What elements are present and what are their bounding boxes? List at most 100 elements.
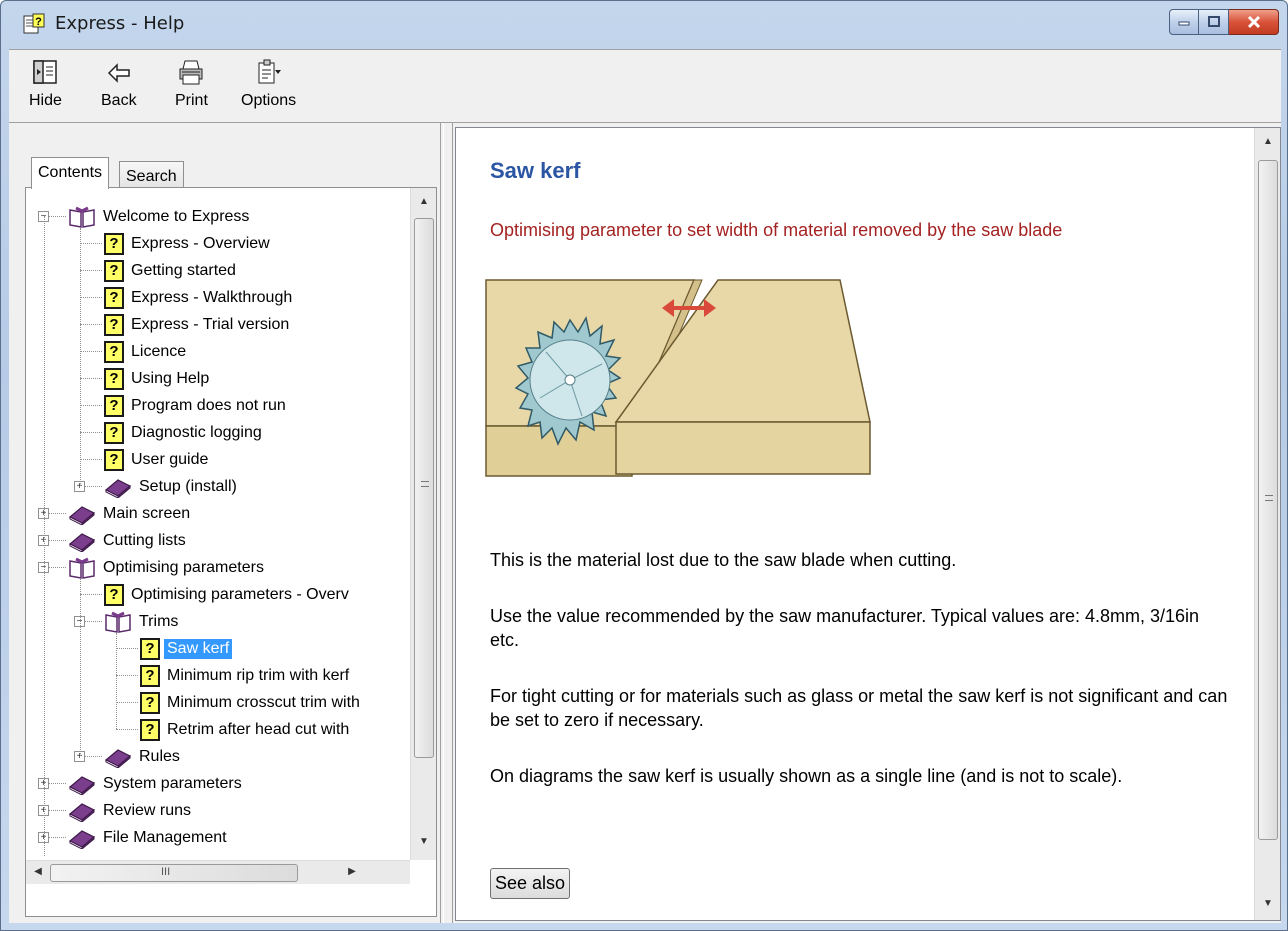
tree-item[interactable]: ? Optimising parameters - Overv [104, 582, 352, 607]
help-window: ? Express - Help Hide Back Print Options… [0, 0, 1288, 931]
tree-item[interactable]: Back-up and Restore [68, 852, 256, 857]
print-button[interactable]: Print [175, 58, 208, 110]
scroll-right-arrow[interactable]: ▶ [344, 866, 360, 877]
tree-item-label: Trims [139, 612, 179, 630]
printer-icon [179, 60, 203, 85]
tree-item[interactable]: Cutting lists [68, 528, 189, 553]
topic-scroll-down-arrow[interactable]: ▼ [1255, 898, 1281, 909]
back-arrow-icon [107, 63, 130, 83]
hide-pane-icon [33, 60, 58, 84]
help-page-icon: ? [104, 367, 124, 390]
tree-item[interactable]: ? Licence [104, 339, 189, 364]
open-book-icon [69, 557, 95, 579]
scroll-down-arrow[interactable]: ▼ [411, 836, 437, 847]
tree-connector [80, 594, 102, 595]
tree-item[interactable]: ? Express - Walkthrough [104, 285, 295, 310]
body-area: Contents Search − Welcome to Express? Expr… [9, 123, 1281, 923]
tree-item[interactable]: ? Using Help [104, 366, 212, 391]
options-label: Options [241, 92, 297, 109]
maximize-button[interactable] [1199, 9, 1229, 35]
topic-vertical-scrollbar[interactable]: ▲ ▼ [1254, 128, 1280, 920]
tree-item[interactable]: ? Express - Trial version [104, 312, 292, 337]
tree-connector [80, 351, 102, 352]
tree-item-label: Back-up and Restore [100, 855, 256, 857]
tree-item[interactable]: ? Minimum rip trim with kerf [140, 663, 352, 688]
tree-item[interactable]: ? Express - Overview [104, 231, 273, 256]
minimize-button[interactable] [1169, 9, 1199, 35]
tree-item[interactable]: Main screen [68, 501, 193, 526]
tree-item-label: Express - Walkthrough [131, 288, 293, 306]
tree-connector [80, 243, 102, 244]
help-page-icon: ? [140, 664, 160, 687]
tree-item-label: Main screen [103, 504, 191, 522]
close-button[interactable] [1229, 9, 1279, 35]
open-book-icon [69, 206, 95, 228]
tree-connector [80, 432, 102, 433]
tree-item[interactable]: ? Retrim after head cut with [140, 717, 352, 742]
tree-connector [80, 579, 81, 756]
tree-item[interactable]: Review runs [68, 798, 194, 823]
tree-item-label: System parameters [103, 774, 242, 792]
tab-contents[interactable]: Contents [31, 157, 110, 189]
tree-item-label: Welcome to Express [103, 207, 250, 225]
topic-scroll-up-arrow[interactable]: ▲ [1255, 136, 1281, 147]
open-book-icon [105, 611, 131, 633]
tab-search[interactable]: Search [119, 161, 184, 189]
tree-item[interactable]: ? Program does not run [104, 393, 289, 418]
pane-splitter[interactable] [443, 123, 453, 923]
tree-item[interactable]: Welcome to Express [68, 204, 252, 229]
tree-item-label: Program does not run [131, 396, 286, 414]
scroll-left-arrow[interactable]: ◀ [30, 866, 46, 877]
tree-item[interactable]: ? Saw kerf [140, 636, 233, 661]
tree-item[interactable]: Trims [104, 609, 181, 634]
help-page-icon: ? [104, 232, 124, 255]
tree-item-label: Review runs [103, 801, 192, 819]
minimize-icon [1178, 21, 1190, 26]
tree-item[interactable]: Setup (install) [104, 474, 240, 499]
tree-item-label: Cutting lists [103, 531, 186, 549]
back-label: Back [101, 92, 137, 109]
saw-kerf-illustration [485, 279, 871, 477]
tree-item-label: User guide [131, 450, 209, 468]
toolbar: Hide Back Print Options [9, 49, 1281, 123]
tree-scroll-thumb[interactable] [414, 218, 434, 758]
tree-horizontal-scrollbar[interactable]: ◀ III ▶ [26, 860, 410, 884]
tree-item-label: Diagnostic logging [131, 423, 262, 441]
tree-item[interactable]: ? Getting started [104, 258, 239, 283]
tree-connector [80, 270, 102, 271]
tree-item-label: Express - Trial version [131, 315, 290, 333]
tree-item[interactable]: System parameters [68, 771, 245, 796]
tree-connector [80, 297, 102, 298]
tree-vertical-scrollbar[interactable]: ▲ ▼ [410, 188, 436, 860]
closed-book-icon [104, 478, 132, 498]
tree-item[interactable]: Rules [104, 744, 183, 769]
topic-pane: Saw kerf Optimising parameter to set wid… [455, 127, 1281, 921]
paragraph-recommended-value: Use the value recommended by the saw man… [490, 606, 1200, 650]
tree-item[interactable]: ? Minimum crosscut trim with [140, 690, 363, 715]
topic-scroll-thumb[interactable] [1258, 160, 1278, 840]
paragraph-tight-cutting: For tight cutting or for materials such … [490, 686, 1228, 730]
svg-text:?: ? [35, 16, 42, 28]
print-label: Print [175, 92, 208, 109]
tree-item[interactable]: Optimising parameters [68, 555, 267, 580]
help-page-icon: ? [140, 691, 160, 714]
tree-item[interactable]: ? User guide [104, 447, 211, 472]
tree-connector [116, 675, 138, 676]
tree-item-label: Using Help [131, 369, 210, 387]
tree-item[interactable]: ? Diagnostic logging [104, 420, 265, 445]
hide-button[interactable]: Hide [29, 58, 62, 110]
close-icon [1247, 15, 1260, 29]
tree-item[interactable]: File Management [68, 825, 230, 850]
tree-hscroll-thumb[interactable]: III [50, 864, 298, 882]
tree-item-label: Optimising parameters - Overv [131, 585, 349, 603]
back-button[interactable]: Back [101, 58, 137, 110]
tree-connector [80, 228, 81, 486]
contents-tree[interactable]: − Welcome to Express? Express - Overview? G… [38, 204, 406, 856]
options-button[interactable]: Options [241, 58, 296, 110]
see-also-button[interactable]: See also [490, 868, 571, 899]
help-page-icon: ? [104, 286, 124, 309]
title-bar[interactable]: ? Express - Help [1, 1, 1287, 49]
topic-subtitle: Optimising parameter to set width of mat… [490, 220, 1063, 240]
scroll-up-arrow[interactable]: ▲ [411, 196, 437, 207]
tree-item-label: Express - Overview [131, 234, 270, 252]
